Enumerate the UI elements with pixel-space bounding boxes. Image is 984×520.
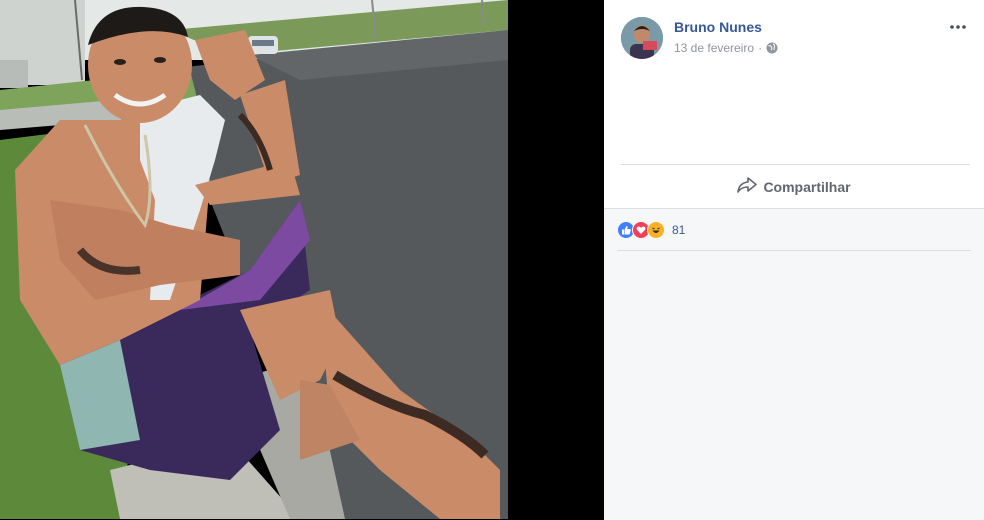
post-footer: 81 [604,208,984,520]
share-button[interactable]: Compartilhar [737,177,851,196]
post-meta: 13 de fevereiro · [674,41,778,55]
share-label: Compartilhar [763,178,851,195]
haha-reaction-icon [647,221,665,239]
post-side-panel: Bruno Nunes 13 de fevereiro · Compartilh… [604,0,984,520]
globe-icon[interactable] [766,42,778,54]
photo-image [0,0,508,519]
photo-viewer [0,0,604,519]
more-options-icon[interactable] [948,18,968,36]
author-name[interactable]: Bruno Nunes [674,19,762,35]
author-avatar[interactable] [621,17,663,59]
meta-separator: · [758,41,763,55]
post-photo[interactable] [0,0,508,519]
reaction-count[interactable]: 81 [672,223,685,237]
post-header: Bruno Nunes 13 de fevereiro · [604,0,984,70]
post-actions: Compartilhar [604,165,984,208]
avatar-image [621,17,663,59]
post-date[interactable]: 13 de fevereiro [674,41,754,55]
share-arrow-icon [737,177,758,196]
reactions-divider [617,250,971,251]
reactions-summary[interactable]: 81 [617,219,685,241]
